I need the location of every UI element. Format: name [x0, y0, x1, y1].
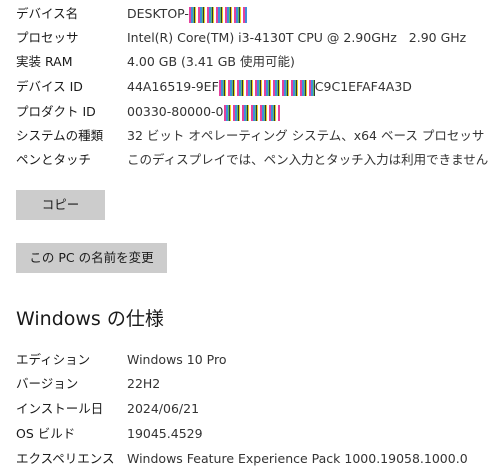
spec-value: 00330-80000-0	[127, 102, 280, 122]
spec-value: DESKTOP-	[127, 4, 247, 24]
spec-row-system-type: システムの種類 32 ビット オペレーティング システム、x64 ベース プロセ…	[0, 126, 489, 146]
spec-row-edition: エディション Windows 10 Pro	[0, 350, 489, 370]
spec-value: 22H2	[127, 376, 161, 391]
spec-label: デバイス名	[16, 6, 79, 21]
spec-label: バージョン	[16, 376, 79, 391]
rename-pc-button[interactable]: この PC の名前を変更	[16, 243, 167, 273]
spec-value: 44A16519-9EF C9C1EFAF4A3D	[127, 77, 412, 97]
redacted-noise	[223, 104, 280, 121]
spec-value: このディスプレイでは、ペン入力とタッチ入力は利用できません	[127, 152, 489, 167]
spec-label: 実装 RAM	[16, 54, 73, 69]
spec-value: 2024/06/21	[127, 401, 200, 416]
spec-value: 32 ビット オペレーティング システム、x64 ベース プロセッサ	[127, 128, 485, 143]
spec-row-device-name: デバイス名 DESKTOP-	[0, 4, 489, 24]
spec-label: プロダクト ID	[16, 104, 96, 119]
copy-button[interactable]: コピー	[16, 190, 105, 220]
spec-label: OS ビルド	[16, 426, 76, 441]
spec-label: デバイス ID	[16, 79, 83, 94]
spec-row-ram: 実装 RAM 4.00 GB (3.41 GB 使用可能)	[0, 52, 489, 72]
spec-value-text: C9C1EFAF4A3D	[314, 79, 412, 94]
spec-label: プロセッサ	[16, 30, 79, 45]
spec-row-os-build: OS ビルド 19045.4529	[0, 424, 489, 444]
spec-row-processor: プロセッサ Intel(R) Core(TM) i3-4130T CPU @ 2…	[0, 28, 489, 48]
spec-row-experience: エクスペリエンス Windows Feature Experience Pack…	[0, 449, 489, 469]
redacted-noise	[188, 6, 247, 23]
spec-value-text: 00330-80000-0	[127, 104, 224, 119]
redacted-noise	[218, 79, 315, 96]
spec-value: Windows Feature Experience Pack 1000.190…	[127, 451, 468, 466]
spec-label: ペンとタッチ	[16, 152, 92, 167]
spec-row-product-id: プロダクト ID 00330-80000-0	[0, 102, 489, 122]
spec-row-install-date: インストール日 2024/06/21	[0, 399, 489, 419]
spec-label: エディション	[16, 352, 91, 367]
spec-value-text: DESKTOP-	[127, 6, 189, 21]
spec-value: Intel(R) Core(TM) i3-4130T CPU @ 2.90GHz…	[127, 30, 467, 45]
windows-spec-title: Windows の仕様	[16, 308, 164, 330]
spec-row-device-id: デバイス ID 44A16519-9EF C9C1EFAF4A3D	[0, 77, 489, 97]
spec-label: インストール日	[16, 401, 104, 416]
spec-label: システムの種類	[16, 128, 104, 143]
spec-label: エクスペリエンス	[16, 451, 115, 466]
spec-value: Windows 10 Pro	[127, 352, 227, 367]
spec-value: 4.00 GB (3.41 GB 使用可能)	[127, 54, 295, 69]
spec-value-text: 44A16519-9EF	[127, 79, 219, 94]
spec-row-pen-touch: ペンとタッチ このディスプレイでは、ペン入力とタッチ入力は利用できません	[0, 150, 489, 170]
spec-value: 19045.4529	[127, 426, 203, 441]
spec-row-version: バージョン 22H2	[0, 374, 489, 394]
